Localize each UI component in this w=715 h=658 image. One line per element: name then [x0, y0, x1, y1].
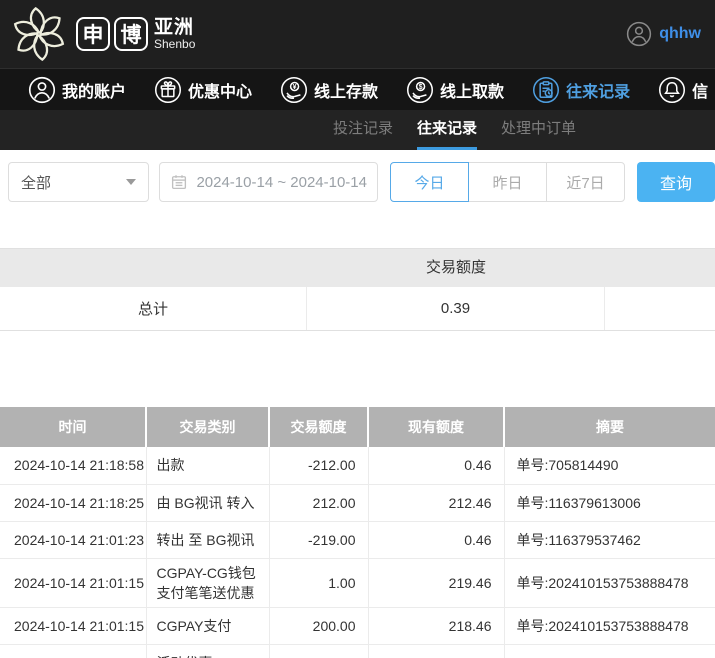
table-row: 2024-10-14 21:01:15 CGPAY-CG钱包支付笔笔送优惠 1.…	[0, 558, 715, 607]
nav-item-my-account[interactable]: 我的账户	[28, 76, 126, 104]
tab-pending-orders[interactable]: 处理中订单	[501, 110, 576, 150]
svg-text:¥: ¥	[293, 83, 297, 90]
table-row: 2024-10-14 21:01:15 CGPAY支付 200.00 218.4…	[0, 607, 715, 644]
cell-memo: 单号:202410153753888478	[504, 558, 715, 607]
user-avatar-icon	[626, 21, 652, 47]
table-row: 2024-10-14 21:18:58 出款 -212.00 0.46 单号:7…	[0, 447, 715, 484]
tab-bet-records[interactable]: 投注记录	[333, 110, 393, 150]
cell-memo: 单号:116379537462	[504, 521, 715, 558]
cell-type: 出款	[146, 447, 269, 484]
nav-label: 往来记录	[566, 78, 630, 102]
cell-type: 转出 至 BG视讯	[146, 521, 269, 558]
summary-table: 交易额度 总计 0.39	[0, 248, 715, 331]
nav-label: 我的账户	[62, 78, 126, 102]
cell-amount: 212.00	[269, 484, 368, 521]
table-row: 2024-10-14 21:18:25 由 BG视讯 转入 212.00 212…	[0, 484, 715, 521]
nav-label: 信	[692, 78, 708, 102]
records-clipboard-clock-icon	[532, 76, 560, 104]
col-header-amount: 交易额度	[269, 407, 368, 447]
cell-memo: 单号:705814490	[504, 447, 715, 484]
tab-transaction-records[interactable]: 往来记录	[417, 110, 477, 150]
logo-subtitle: Shenbo	[154, 38, 195, 51]
table-header-row: 时间 交易类别 交易额度 现有额度 摘要	[0, 407, 715, 447]
cell-amount: 200.00	[269, 607, 368, 644]
search-button[interactable]: 查询	[637, 162, 715, 202]
last-7-days-button[interactable]: 近7日	[546, 162, 625, 202]
top-header: 申 博 亚洲 Shenbo qhhw	[0, 0, 715, 68]
filter-row: 全部 2024-10-14 ~ 2024-10-14 今日 昨日 近7日 查询	[0, 150, 715, 206]
cell-type: CGPAY-CG钱包支付笔笔送优惠	[146, 558, 269, 607]
table-row: 2024-10-14 21:01:23 转出 至 BG视讯 -219.00 0.…	[0, 521, 715, 558]
site-logo[interactable]: 申 博 亚洲 Shenbo	[10, 5, 195, 63]
type-select-value: 全部	[21, 172, 51, 193]
nav-item-messages[interactable]: 信	[658, 76, 708, 104]
quick-date-group: 今日 昨日 近7日	[390, 162, 625, 202]
date-range-value: 2024-10-14 ~ 2024-10-14	[196, 174, 367, 191]
summary-header-label: 交易额度	[307, 249, 605, 287]
main-nav: 我的账户 优惠中心 ¥ 线上存款	[0, 68, 715, 110]
cell-balance: 0.46	[368, 521, 504, 558]
transactions-table: 时间 交易类别 交易额度 现有额度 摘要 2024-10-14 21:18:58…	[0, 407, 715, 658]
user-menu[interactable]: qhhw	[626, 21, 701, 47]
nav-item-withdraw[interactable]: $ 线上取款	[406, 76, 504, 104]
yesterday-button[interactable]: 昨日	[468, 162, 547, 202]
date-range-input[interactable]: 2024-10-14 ~ 2024-10-14	[159, 162, 378, 202]
col-header-memo: 摘要	[504, 407, 715, 447]
cell-amount: -212.00	[269, 447, 368, 484]
summary-total-row: 总计 0.39	[0, 287, 715, 331]
record-tabs: 投注记录 往来记录 处理中订单	[0, 110, 715, 150]
username: qhhw	[659, 25, 701, 43]
deposit-hand-coin-icon: ¥	[280, 76, 308, 104]
cell-balance: 219.46	[368, 558, 504, 607]
svg-text:$: $	[419, 83, 423, 90]
cell-balance: 0.46	[368, 447, 504, 484]
col-header-type: 交易类别	[146, 407, 269, 447]
cell-time: 2024-10-14 21:01:15	[0, 558, 146, 607]
cell-amount: 1.00	[269, 558, 368, 607]
nav-label: 优惠中心	[188, 78, 252, 102]
cell-balance: 18.46	[368, 644, 504, 658]
nav-item-deposit[interactable]: ¥ 线上存款	[280, 76, 378, 104]
calendar-icon	[170, 173, 188, 191]
withdraw-hand-coin-icon: $	[406, 76, 434, 104]
summary-header-row: 交易额度	[0, 249, 715, 287]
flower-logo-icon	[10, 5, 68, 63]
type-select[interactable]: 全部	[8, 162, 149, 202]
cell-memo: 单号:116379613006	[504, 484, 715, 521]
cell-type: CGPAY支付	[146, 607, 269, 644]
nav-label: 线上取款	[440, 78, 504, 102]
nav-label: 线上存款	[314, 78, 378, 102]
cell-memo: 单号:202410153753888478	[504, 607, 715, 644]
today-button[interactable]: 今日	[390, 162, 469, 202]
cell-time: 2024-10-14 21:18:25	[0, 484, 146, 521]
logo-char-box-1: 申	[76, 17, 110, 51]
cell-time: 2024-10-14 21:18:58	[0, 447, 146, 484]
bell-icon	[658, 76, 686, 104]
nav-item-transaction-records[interactable]: 往来记录	[532, 76, 630, 104]
cell-time: 2024-10-14 21:01:15	[0, 607, 146, 644]
summary-empty-cell	[605, 287, 715, 330]
logo-region-text: 亚洲	[154, 18, 195, 38]
cell-time: 2024-10-14 21:00:49	[0, 644, 146, 658]
logo-char-box-2: 博	[114, 17, 148, 51]
summary-total-value: 0.39	[307, 287, 605, 330]
page: 申 博 亚洲 Shenbo qhhw 我的账户	[0, 0, 715, 658]
table-row: 2024-10-14 21:00:49 活动优惠 18.00 18.46	[0, 644, 715, 658]
col-header-balance: 现有额度	[368, 407, 504, 447]
col-header-time: 时间	[0, 407, 146, 447]
cell-type: 活动优惠	[146, 644, 269, 658]
cell-balance: 218.46	[368, 607, 504, 644]
cell-memo	[504, 644, 715, 658]
account-user-icon	[28, 76, 56, 104]
cell-time: 2024-10-14 21:01:23	[0, 521, 146, 558]
cell-type: 由 BG视讯 转入	[146, 484, 269, 521]
nav-item-promotions[interactable]: 优惠中心	[154, 76, 252, 104]
gift-icon	[154, 76, 182, 104]
chevron-down-icon	[126, 179, 136, 185]
cell-balance: 212.46	[368, 484, 504, 521]
cell-amount: 18.00	[269, 644, 368, 658]
cell-amount: -219.00	[269, 521, 368, 558]
summary-total-label: 总计	[0, 287, 307, 330]
